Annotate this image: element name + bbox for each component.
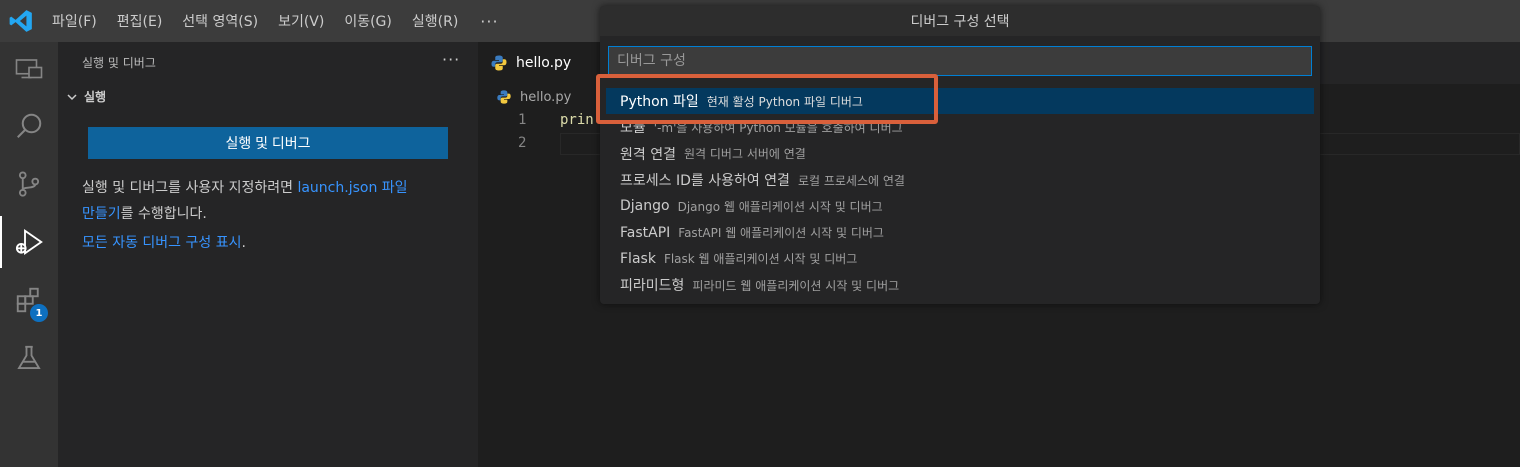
item-description: Django 웹 애플리케이션 시작 및 디버그 xyxy=(677,199,883,214)
item-description: 원격 디버그 서버에 연결 xyxy=(683,147,806,162)
sidebar-title: 실행 및 디버그 xyxy=(82,56,156,70)
source-control-icon xyxy=(18,171,40,197)
create-launch-json-link[interactable]: launch.json 파일 xyxy=(297,180,407,196)
search-icon xyxy=(17,113,42,138)
item-label: Python 파일 xyxy=(620,94,699,111)
quick-pick-item-fastapi[interactable]: FastAPI FastAPI 웹 애플리케이션 시작 및 디버그 xyxy=(606,219,1314,245)
tab-label: hello.py xyxy=(516,55,572,71)
create-launch-json-link-2[interactable]: 만들기 xyxy=(82,206,121,222)
sidebar-run-debug: 실행 및 디버그 ··· 실행 실행 및 디버그 실행 및 디버그를 사용자 지… xyxy=(58,42,478,467)
menu-run[interactable]: 실행(R) xyxy=(412,11,458,31)
item-label: 프로세스 ID를 사용하여 연결 xyxy=(620,173,790,190)
show-all-debug-configs-link[interactable]: 모든 자동 디버그 구성 표시 xyxy=(82,235,241,251)
testing-icon xyxy=(17,345,41,369)
activity-search[interactable] xyxy=(0,100,58,152)
description-text-1: 실행 및 디버그를 사용자 지정하려면 xyxy=(82,180,298,196)
item-description: 로컬 프로세스에 연결 xyxy=(797,173,905,188)
activity-extensions[interactable]: 1 xyxy=(0,274,58,326)
item-description: FastAPI 웹 애플리케이션 시작 및 디버그 xyxy=(678,226,884,241)
item-description: 피라미드 웹 애플리케이션 시작 및 디버그 xyxy=(692,278,900,293)
quick-pick-item-module[interactable]: 모듈 '-m'을 사용하여 Python 모듈을 호출하여 디버그 xyxy=(606,114,1314,140)
quick-pick-item-remote-attach[interactable]: 원격 연결 원격 디버그 서버에 연결 xyxy=(606,141,1314,167)
activity-bar: 1 xyxy=(0,42,58,467)
activity-run-debug[interactable] xyxy=(0,216,58,268)
quick-pick-item-flask[interactable]: Flask Flask 웹 애플리케이션 시작 및 디버그 xyxy=(606,246,1314,272)
menu-more-icon[interactable]: ··· xyxy=(480,12,498,31)
code-line-1[interactable]: prin xyxy=(560,112,594,128)
item-label: 피라미드형 xyxy=(620,278,685,295)
line-number-2: 2 xyxy=(518,135,527,151)
breadcrumb-file[interactable]: hello.py xyxy=(520,90,571,105)
line-number-1: 1 xyxy=(518,112,527,128)
quick-pick-list: Python 파일 현재 활성 Python 파일 디버그 모듈 '-m'을 사… xyxy=(606,88,1314,298)
activity-remote-explorer[interactable] xyxy=(0,44,58,96)
run-and-debug-button[interactable]: 실행 및 디버그 xyxy=(88,127,448,159)
link2-suffix: . xyxy=(241,235,246,251)
menu-bar: 파일(F) 편집(E) 선택 영역(S) 보기(V) 이동(G) 실행(R) ·… xyxy=(52,0,499,42)
menu-go[interactable]: 이동(G) xyxy=(344,11,392,31)
item-label: Django xyxy=(620,198,670,215)
item-description: 현재 활성 Python 파일 디버그 xyxy=(706,94,863,109)
sidebar-more-icon[interactable]: ··· xyxy=(442,50,460,69)
item-label: 모듈 xyxy=(620,120,646,137)
chevron-down-icon xyxy=(67,93,77,100)
quick-pick-title: 디버그 구성 선택 xyxy=(600,6,1320,36)
quick-pick-item-attach-process[interactable]: 프로세스 ID를 사용하여 연결 로컬 프로세스에 연결 xyxy=(606,167,1314,193)
item-description: Flask 웹 애플리케이션 시작 및 디버그 xyxy=(663,252,858,267)
section-run-header[interactable]: 실행 xyxy=(64,88,106,105)
quick-pick-item-django[interactable]: Django Django 웹 애플리케이션 시작 및 디버그 xyxy=(606,193,1314,219)
python-file-icon xyxy=(497,90,511,104)
python-file-icon xyxy=(491,55,507,71)
menu-edit[interactable]: 편집(E) xyxy=(117,11,163,31)
activity-source-control[interactable] xyxy=(0,158,58,210)
quick-pick-item-pyramid[interactable]: 피라미드형 피라미드 웹 애플리케이션 시작 및 디버그 xyxy=(606,272,1314,298)
menu-view[interactable]: 보기(V) xyxy=(278,11,324,31)
quick-pick-input[interactable] xyxy=(608,46,1312,76)
activity-testing[interactable] xyxy=(0,332,58,384)
show-all-configs-row: 모든 자동 디버그 구성 표시. xyxy=(82,232,246,252)
remote-explorer-icon xyxy=(15,59,43,79)
debug-config-quick-pick: 디버그 구성 선택 Python 파일 현재 활성 Python 파일 디버그 … xyxy=(600,6,1320,304)
section-run-label: 실행 xyxy=(84,90,107,104)
run-debug-icon xyxy=(15,228,43,256)
item-description: '-m'을 사용하여 Python 모듈을 호출하여 디버그 xyxy=(653,120,903,135)
menu-file[interactable]: 파일(F) xyxy=(52,11,97,31)
breadcrumb: hello.py xyxy=(496,89,571,105)
item-label: FastAPI xyxy=(620,224,671,241)
sidebar-description: 실행 및 디버그를 사용자 지정하려면 launch.json 파일만들기를 수… xyxy=(82,175,462,227)
menu-selection[interactable]: 선택 영역(S) xyxy=(182,11,258,31)
quick-pick-item-python-file[interactable]: Python 파일 현재 활성 Python 파일 디버그 xyxy=(606,88,1314,115)
tab-hello-py[interactable]: hello.py xyxy=(478,42,608,84)
vscode-logo-icon[interactable] xyxy=(8,8,34,34)
item-label: Flask xyxy=(620,250,656,267)
item-label: 원격 연결 xyxy=(620,146,676,163)
extensions-badge: 1 xyxy=(30,304,48,322)
description-text-2: 를 수행합니다. xyxy=(120,206,207,222)
